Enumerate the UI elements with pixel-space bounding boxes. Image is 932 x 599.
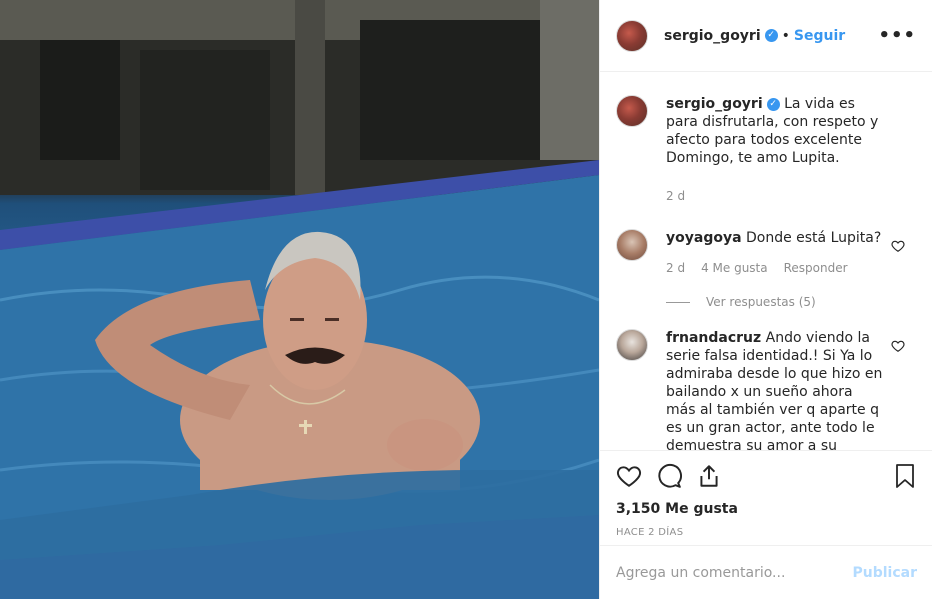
comment-username[interactable]: frnandacruz xyxy=(666,330,761,346)
separator-dot: • xyxy=(781,27,790,44)
comment-text: Ando viendo la serie falsa identidad.! S… xyxy=(666,330,883,450)
comment-item: frnandacruz Ando viendo la serie falsa i… xyxy=(616,329,917,450)
caption-age[interactable]: 2 d xyxy=(666,187,685,205)
share-icon[interactable] xyxy=(696,463,722,489)
comment-likes[interactable]: 4 Me gusta xyxy=(701,259,768,277)
likes-count[interactable]: 3,150 Me gusta xyxy=(616,501,917,517)
posted-ago[interactable]: HACE 2 DÍAS xyxy=(616,527,917,538)
more-options-icon[interactable]: ••• xyxy=(878,25,916,46)
comment-input[interactable] xyxy=(616,564,853,581)
comments-list[interactable]: sergio_goyri ✓ La vida es para disfrutarl… xyxy=(600,73,932,450)
pool-scene-illustration xyxy=(0,0,599,599)
reply-button[interactable]: Responder xyxy=(784,259,848,277)
comment-bubble-icon[interactable] xyxy=(656,463,682,489)
verified-badge-icon: ✓ xyxy=(766,97,780,111)
save-bookmark-icon[interactable] xyxy=(893,463,917,489)
commenter-avatar[interactable] xyxy=(616,229,648,261)
caption-meta: 2 d xyxy=(666,187,886,205)
post-photo[interactable] xyxy=(0,0,599,599)
post-details-panel: sergio_goyri ✓ • Seguir ••• sergio_goyri… xyxy=(599,0,932,599)
caption-comment: sergio_goyri ✓ La vida es para disfrutarl… xyxy=(616,95,917,205)
comment-meta: 2 d 4 Me gusta Responder xyxy=(666,259,886,277)
caption-body: sergio_goyri ✓ La vida es para disfrutarl… xyxy=(666,95,886,205)
comment-age[interactable]: 2 d xyxy=(666,259,685,277)
view-replies-button[interactable]: Ver respuestas (5) xyxy=(666,295,917,309)
publish-button[interactable]: Publicar xyxy=(853,565,918,581)
comment-item: yoyagoya Donde está Lupita? 2 d 4 Me gus… xyxy=(616,229,917,277)
comment-username[interactable]: yoyagoya xyxy=(666,230,742,246)
follow-button[interactable]: Seguir xyxy=(794,28,845,44)
caption-username[interactable]: sergio_goyri xyxy=(666,96,763,112)
author-username[interactable]: sergio_goyri xyxy=(664,28,761,44)
author-avatar[interactable] xyxy=(616,95,648,127)
comment-text: Donde está Lupita? xyxy=(745,230,882,246)
verified-badge-icon: ✓ xyxy=(764,29,778,42)
comment-body: yoyagoya Donde está Lupita? 2 d 4 Me gus… xyxy=(666,229,886,277)
commenter-avatar[interactable] xyxy=(616,329,648,361)
action-icons-row xyxy=(616,451,917,501)
add-comment-bar: Publicar xyxy=(600,545,932,599)
post-actions: 3,150 Me gusta HACE 2 DÍAS xyxy=(600,450,932,538)
like-comment-heart-icon[interactable] xyxy=(891,339,905,353)
view-replies-label[interactable]: Ver respuestas (5) xyxy=(706,295,816,309)
like-comment-heart-icon[interactable] xyxy=(891,239,905,253)
replies-divider xyxy=(666,301,690,303)
like-heart-icon[interactable] xyxy=(616,463,642,489)
author-avatar[interactable] xyxy=(616,19,648,52)
post-header: sergio_goyri ✓ • Seguir ••• xyxy=(600,0,932,72)
comment-body: frnandacruz Ando viendo la serie falsa i… xyxy=(666,329,886,450)
